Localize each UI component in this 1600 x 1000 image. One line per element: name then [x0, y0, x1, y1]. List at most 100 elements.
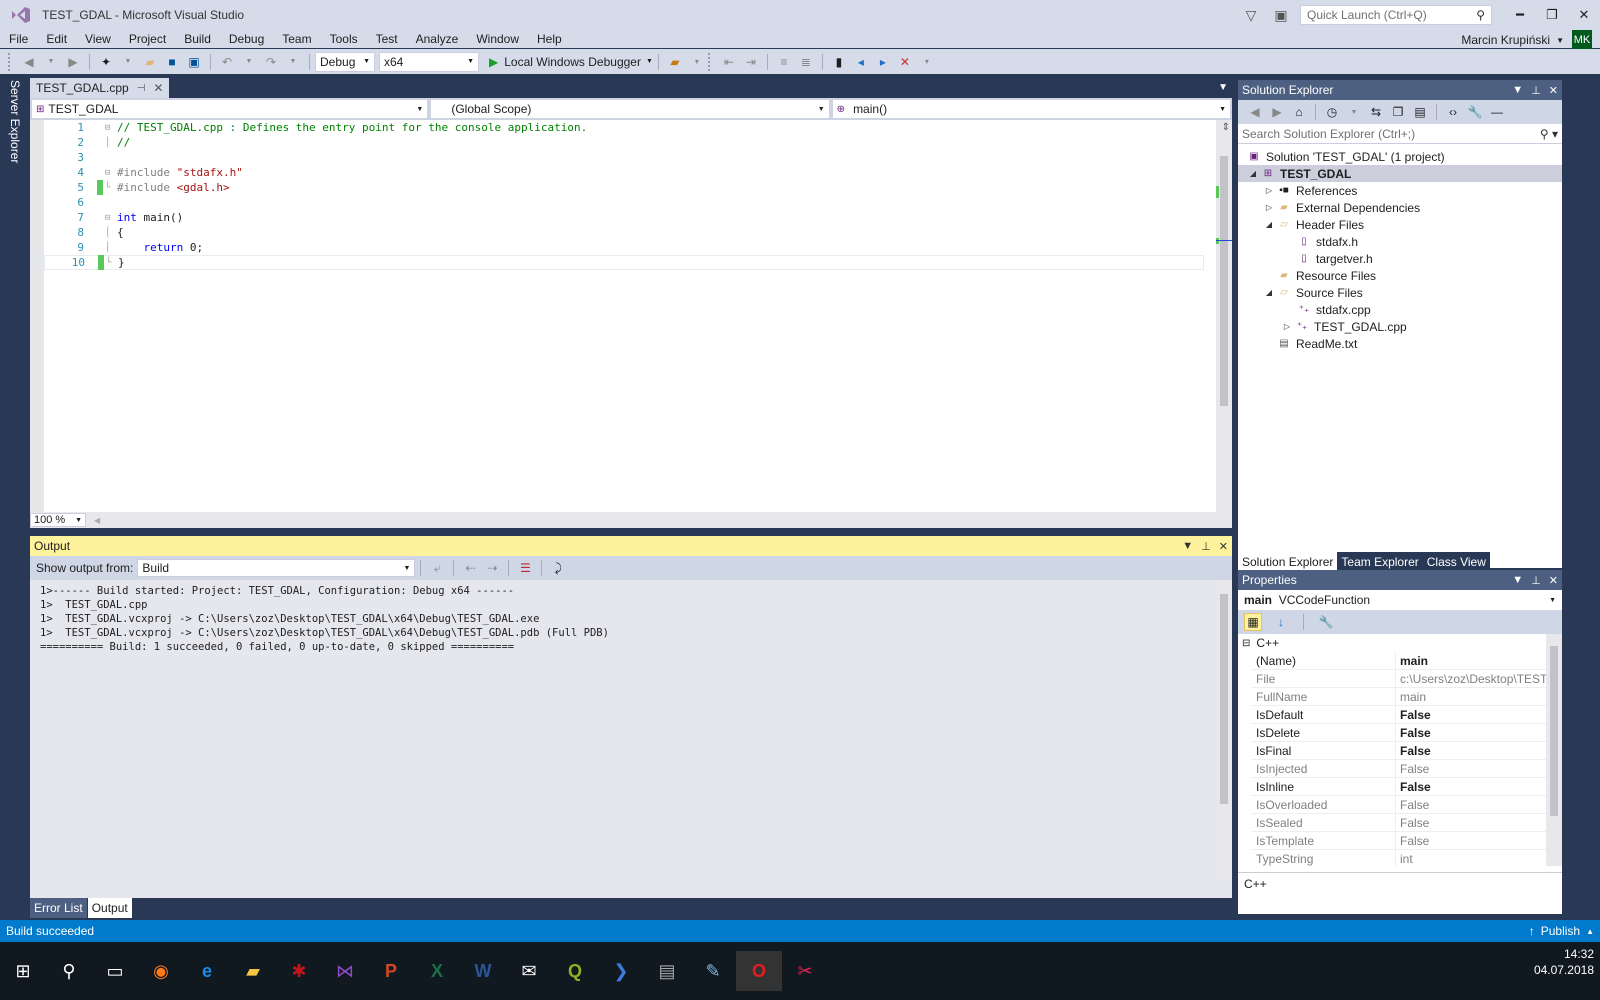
platform-select[interactable]: x64 ▼ [379, 51, 479, 72]
code-line[interactable]: 1 ⊟// TEST_GDAL.cpp : Defines the entry p… [44, 120, 1204, 135]
navigate-forward-icon[interactable]: ▶ [64, 53, 82, 71]
property-value[interactable]: False [1396, 832, 1546, 849]
comment-icon[interactable]: ≡ [775, 53, 793, 71]
tree-item-targetver-h[interactable]: ▯ targetver.h [1238, 250, 1562, 267]
restore-button[interactable]: ❐ [1536, 0, 1568, 30]
property-category[interactable]: ⊟ C++ [1238, 634, 1546, 652]
avatar[interactable]: MK [1572, 30, 1592, 50]
close-icon[interactable]: ✕ [1549, 84, 1558, 97]
file-explorer-icon[interactable]: ▰ [230, 951, 276, 991]
code-line[interactable]: 2 │// [44, 135, 1204, 150]
redo-icon[interactable]: ↷ [262, 53, 280, 71]
search-icon[interactable]: ⚲ [46, 951, 92, 991]
new-project-icon[interactable]: ✦ [97, 53, 115, 71]
output-vertical-scrollbar[interactable] [1216, 580, 1232, 880]
menu-edit[interactable]: Edit [37, 32, 76, 46]
menu-build[interactable]: Build [175, 32, 220, 46]
chevron-down-icon[interactable]: ▼ [646, 58, 653, 65]
chevron-down-icon[interactable]: ▼ [42, 53, 60, 71]
property-value[interactable]: False [1396, 706, 1546, 723]
paint-icon[interactable]: ✎ [690, 951, 736, 991]
code-line[interactable]: 7 ⊟ int main() [44, 210, 1204, 225]
word-wrap-icon[interactable]: ⤸ [549, 559, 567, 577]
collapse-all-icon[interactable]: ❐ [1389, 103, 1407, 121]
tree-item-project[interactable]: ◢ ⊞ TEST_GDAL [1238, 165, 1562, 182]
pin-icon[interactable]: ⊥ [1201, 540, 1211, 553]
chevron-down-icon[interactable]: ▼ [119, 53, 137, 71]
menu-file[interactable]: File [0, 32, 37, 46]
find-in-files-icon[interactable]: ▰ [666, 53, 684, 71]
opera-icon[interactable]: O [736, 951, 782, 991]
property-value[interactable]: main [1396, 688, 1546, 705]
tree-item-stdafx-h[interactable]: ▯ stdafx.h [1238, 233, 1562, 250]
split-window-icon[interactable]: ⇕ [1222, 122, 1230, 133]
chevron-down-icon[interactable]: ▼ [1218, 82, 1228, 93]
editor-vertical-scrollbar[interactable]: ⇕ [1216, 120, 1232, 512]
chevron-down-icon[interactable]: ▼ [1345, 103, 1363, 121]
code-line[interactable]: 4 ⊟ #include "stdafx.h" [44, 165, 1204, 180]
collapse-icon[interactable]: ⊟ [105, 213, 115, 223]
property-row[interactable]: File c:\Users\zoz\Desktop\TEST_ [1252, 670, 1546, 688]
scrollbar-thumb[interactable] [1220, 156, 1228, 406]
property-row[interactable]: IsInjected False [1252, 760, 1546, 778]
powershell-icon[interactable]: ❯ [598, 951, 644, 991]
tree-item-external-dependencies[interactable]: ▷ ▰ External Dependencies [1238, 199, 1562, 216]
expanded-arrow-icon[interactable]: ◢ [1246, 169, 1260, 178]
editor-margin[interactable] [30, 120, 44, 512]
tree-item-source-files[interactable]: ◢ ▱ Source Files [1238, 284, 1562, 301]
task-view-icon[interactable]: ▭ [92, 951, 138, 991]
qgis-icon[interactable]: Q [552, 951, 598, 991]
tab-class-view[interactable]: Class View [1422, 552, 1490, 572]
visual-studio-icon[interactable]: ⋈ [322, 951, 368, 991]
alphabetical-sort-icon[interactable]: ↓ [1272, 613, 1290, 631]
property-row[interactable]: IsDelete False [1252, 724, 1546, 742]
menu-tools[interactable]: Tools [321, 32, 367, 46]
menu-help[interactable]: Help [528, 32, 571, 46]
property-row[interactable]: TypeString int [1252, 850, 1546, 866]
snipping-tool-icon[interactable]: ✂ [782, 951, 828, 991]
navigate-back-icon[interactable]: ◀ [20, 53, 38, 71]
menu-analyze[interactable]: Analyze [407, 32, 468, 46]
save-all-icon[interactable]: ▣ [185, 53, 203, 71]
property-value[interactable]: False [1396, 742, 1546, 759]
minimize-button[interactable]: ━ [1504, 0, 1536, 30]
project-dropdown[interactable]: ⊞ TEST_GDAL ▼ [32, 100, 428, 118]
toolbar-grip[interactable] [707, 52, 712, 71]
clear-all-icon[interactable]: ☰ [516, 559, 534, 577]
property-row[interactable]: IsInline False [1252, 778, 1546, 796]
save-icon[interactable]: ■ [163, 53, 181, 71]
forward-icon[interactable]: ▶ [1268, 103, 1286, 121]
property-row[interactable]: IsDefault False [1252, 706, 1546, 724]
property-value[interactable]: int [1396, 850, 1546, 866]
app-icon[interactable]: ✱ [276, 951, 322, 991]
property-row[interactable]: IsFinal False [1252, 742, 1546, 760]
collapse-icon[interactable]: ⊟ [105, 123, 115, 133]
back-icon[interactable]: ◀ [1246, 103, 1264, 121]
expanded-arrow-icon[interactable]: ◢ [1262, 220, 1276, 229]
open-file-icon[interactable]: ▰ [141, 53, 159, 71]
pin-icon[interactable]: ⊥ [1531, 574, 1541, 587]
chevron-down-icon[interactable]: ▼ [240, 53, 258, 71]
clear-bookmarks-icon[interactable]: ✕ [896, 53, 914, 71]
close-icon[interactable]: ✕ [153, 81, 163, 95]
notifications-filter-icon[interactable]: ▽ [1240, 4, 1262, 26]
expanded-arrow-icon[interactable]: ◢ [1262, 288, 1276, 297]
menu-team[interactable]: Team [273, 32, 320, 46]
property-value[interactable]: False [1396, 724, 1546, 741]
property-value[interactable]: False [1396, 778, 1546, 795]
outdent-icon[interactable]: ⇤ [720, 53, 738, 71]
tree-item-stdafx-cpp[interactable]: ⁺₊ stdafx.cpp [1238, 301, 1562, 318]
property-row[interactable]: IsSealed False [1252, 814, 1546, 832]
pin-icon[interactable]: ⊣ [137, 83, 146, 94]
go-to-line-icon[interactable]: ⤶ [428, 559, 446, 577]
pin-icon[interactable]: ⊥ [1531, 84, 1541, 97]
code-editor[interactable]: 1 ⊟// TEST_GDAL.cpp : Defines the entry p… [30, 120, 1232, 528]
show-all-files-icon[interactable]: ▤ [1411, 103, 1429, 121]
preview-selected-icon[interactable]: — [1488, 103, 1506, 121]
tab-error-list[interactable]: Error List [30, 898, 87, 918]
bookmark-icon[interactable]: ▮ [830, 53, 848, 71]
publish-button[interactable]: ↑ Publish ▲ [1529, 924, 1594, 938]
chevron-down-icon[interactable]: ▼ [1556, 36, 1564, 45]
zoom-dropdown[interactable]: 100 % ▼ [30, 513, 86, 527]
tree-item-header-files[interactable]: ◢ ▱ Header Files [1238, 216, 1562, 233]
